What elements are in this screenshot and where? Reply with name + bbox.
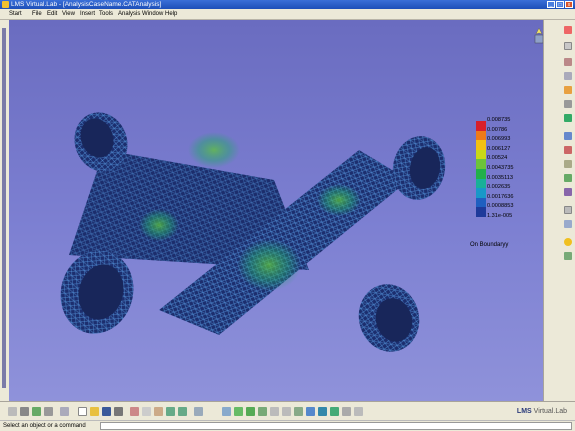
title-bar: LMS Virtual.Lab - [AnalysisCaseName.CATA…: [0, 0, 575, 9]
box-icon[interactable]: [32, 407, 41, 416]
report-icon[interactable]: [564, 220, 572, 228]
animate-icon[interactable]: [564, 188, 572, 196]
zoom-out-icon[interactable]: [282, 407, 291, 416]
new-icon[interactable]: [78, 407, 87, 416]
help-icon[interactable]: [194, 407, 203, 416]
legend-value: 0.006993: [487, 136, 511, 143]
fx-icon[interactable]: [8, 407, 17, 416]
sketch-icon[interactable]: [564, 42, 572, 50]
print-icon[interactable]: [114, 407, 123, 416]
stress-hotspot-center: [237, 239, 301, 291]
compute-icon[interactable]: [564, 114, 572, 122]
stress-hotspot-upper: [188, 132, 240, 168]
rotate-icon[interactable]: [258, 407, 267, 416]
zoom-in-icon[interactable]: [270, 407, 279, 416]
legend-swatch: [476, 178, 486, 189]
legend-swatch: [476, 188, 486, 198]
close-button[interactable]: x: [565, 1, 573, 8]
legend-value: 0.0035113: [487, 174, 514, 181]
legend-value: 0.0043735: [487, 165, 514, 171]
open-icon[interactable]: [90, 407, 99, 416]
legend-value: 0.00786: [487, 126, 508, 133]
fit-all-icon[interactable]: [234, 407, 243, 416]
menu-analysis[interactable]: Analysis: [118, 9, 140, 19]
menu-file[interactable]: File: [32, 9, 42, 19]
minimize-button[interactable]: _: [547, 1, 555, 8]
load-icon[interactable]: [564, 86, 572, 94]
menu-start[interactable]: Start: [9, 9, 22, 19]
menu-view[interactable]: View: [62, 9, 75, 19]
tree-icon[interactable]: [44, 407, 53, 416]
menu-insert[interactable]: Insert: [80, 9, 95, 19]
app-icon: [2, 1, 9, 8]
mesh-model: [60, 112, 446, 352]
copy-icon[interactable]: [142, 407, 151, 416]
window-title: LMS Virtual.Lab - [AnalysisCaseName.CATA…: [11, 1, 162, 8]
stress-icon[interactable]: [564, 160, 572, 168]
image-icon[interactable]: [564, 132, 572, 140]
legend-value: 0.002635: [487, 184, 511, 191]
menu-edit[interactable]: Edit: [47, 9, 57, 19]
legend-value: 1.31e-005: [487, 213, 513, 219]
fly-icon[interactable]: [222, 407, 231, 416]
menu-window[interactable]: Window: [142, 9, 163, 19]
cut-plane-icon[interactable]: [564, 206, 572, 214]
tree-scrollbar[interactable]: [2, 28, 6, 388]
right-toolbar: [543, 20, 575, 401]
palette-icon[interactable]: [354, 407, 363, 416]
stress-hotspot-right: [317, 184, 361, 216]
lock-icon[interactable]: [20, 407, 29, 416]
shading-icon[interactable]: [318, 407, 327, 416]
collapse-icon[interactable]: [60, 407, 69, 416]
legend-swatch: [476, 207, 486, 217]
maximize-button[interactable]: □: [556, 1, 564, 8]
displacement-icon[interactable]: [564, 174, 572, 182]
legend-value: 0.0008853: [487, 203, 514, 210]
legend-value: 0.008735: [487, 117, 511, 123]
save-icon[interactable]: [102, 407, 111, 416]
menu-tools[interactable]: Tools: [99, 9, 113, 19]
select-arrow-icon[interactable]: [564, 26, 572, 34]
legend-swatch: [476, 197, 486, 208]
property-icon[interactable]: [564, 100, 572, 108]
3d-viewport[interactable]: [9, 20, 543, 401]
legend-swatch: [476, 140, 486, 150]
legend-swatch: [476, 130, 486, 141]
stress-hotspot-left: [139, 209, 179, 241]
pan-icon[interactable]: [246, 407, 255, 416]
menu-help[interactable]: Help: [165, 9, 177, 19]
brand-logo: LMS Virtual.Lab: [516, 408, 567, 415]
legend-value: 0.0017636: [487, 193, 514, 200]
hide-show-icon[interactable]: [330, 407, 339, 416]
legend-swatch: [476, 149, 486, 160]
legend-swatch: [476, 159, 486, 169]
swap-visible-icon[interactable]: [342, 407, 351, 416]
sensor-icon[interactable]: [564, 252, 572, 260]
legend-value: 0.006127: [487, 145, 511, 152]
restraint-icon[interactable]: [564, 72, 572, 80]
normal-view-icon[interactable]: [294, 407, 303, 416]
legend-caption: On Boundaryy: [470, 242, 509, 248]
undo-icon[interactable]: [166, 407, 175, 416]
bulb-icon[interactable]: [564, 238, 572, 246]
bottom-toolbar: LMS Virtual.Lab: [0, 401, 575, 421]
legend-swatch: [476, 121, 486, 131]
iso-view-icon[interactable]: [306, 407, 315, 416]
status-bar: Select an object or a command: [0, 420, 575, 431]
command-input[interactable]: [100, 422, 572, 430]
redo-icon[interactable]: [178, 407, 187, 416]
deformation-icon[interactable]: [564, 146, 572, 154]
cut-icon[interactable]: [130, 407, 139, 416]
paste-icon[interactable]: [154, 407, 163, 416]
menu-bar: Start File Edit View Insert Tools Analys…: [0, 9, 575, 20]
legend-swatch: [476, 169, 486, 179]
legend-value: 0.00524: [487, 155, 508, 162]
mesh-icon[interactable]: [564, 58, 572, 66]
